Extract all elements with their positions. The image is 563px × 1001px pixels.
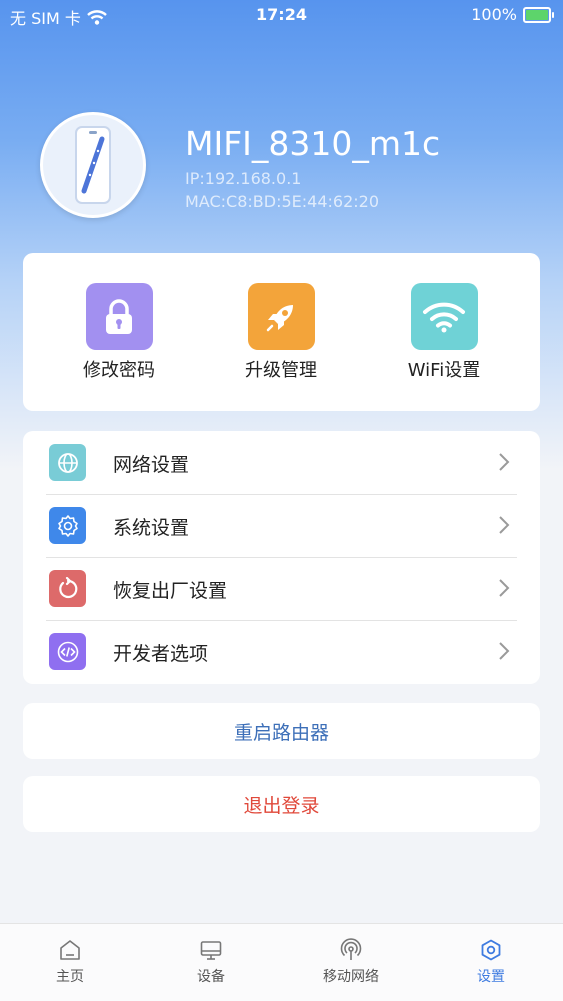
code-icon [49, 633, 86, 670]
lock-icon [85, 283, 153, 350]
device-avatar [40, 112, 146, 218]
status-bar: 无 SIM 卡 17:24 100% [0, 0, 563, 30]
menu-item-label: 开发者选项 [113, 643, 209, 665]
reboot-router-button[interactable]: 重启路由器 [23, 703, 540, 759]
rocket-icon [247, 283, 315, 350]
settings-menu: 网络设置 系统设置 恢复出厂设置 开发者选项 [23, 431, 540, 684]
menu-item-developer-options[interactable]: 开发者选项 [23, 620, 540, 683]
menu-item-network-settings[interactable]: 网络设置 [23, 431, 540, 494]
battery-percent: 100% [471, 5, 517, 24]
quick-actions-card: 修改密码 升级管理 WiFi设置 [23, 253, 540, 411]
logout-button[interactable]: 退出登录 [23, 776, 540, 832]
wifi-icon [410, 283, 478, 350]
tab-home[interactable]: 主页 [25, 938, 115, 986]
menu-item-system-settings[interactable]: 系统设置 [23, 494, 540, 557]
tab-label: 设备 [197, 969, 225, 985]
tab-bar: 主页 设备 移动网络 设置 [0, 923, 563, 1001]
tab-settings[interactable]: 设置 [446, 938, 536, 986]
menu-item-factory-reset[interactable]: 恢复出厂设置 [23, 557, 540, 620]
reset-icon [49, 570, 86, 607]
tab-label: 设置 [477, 969, 505, 985]
quick-action-label: WiFi设置 [407, 360, 481, 381]
mifi-device-icon [75, 126, 111, 204]
device-mac: MAC:C8:BD:5E:44:62:20 [185, 192, 379, 211]
device-ip: IP:192.168.0.1 [185, 169, 302, 188]
device-name: MIFI_8310_m1c [185, 124, 441, 163]
chevron-right-icon [499, 453, 510, 471]
menu-item-label: 系统设置 [113, 517, 190, 539]
settings-icon [481, 939, 501, 961]
menu-item-label: 网络设置 [113, 454, 190, 476]
change-password-button[interactable]: 修改密码 [59, 283, 179, 382]
gear-icon [49, 507, 86, 544]
tab-label: 主页 [56, 969, 84, 985]
quick-action-label: 修改密码 [83, 360, 155, 381]
tab-mobile-network[interactable]: 移动网络 [306, 938, 396, 986]
signal-icon [340, 938, 362, 960]
globe-icon [49, 444, 86, 481]
monitor-icon [200, 941, 222, 960]
tab-label: 移动网络 [323, 969, 379, 985]
quick-action-label: 升级管理 [245, 360, 317, 381]
menu-item-label: 恢复出厂设置 [113, 580, 228, 602]
chevron-right-icon [499, 516, 510, 534]
tab-devices[interactable]: 设备 [166, 938, 256, 986]
chevron-right-icon [499, 642, 510, 660]
home-icon [60, 940, 80, 960]
wifi-settings-button[interactable]: WiFi设置 [384, 283, 504, 382]
chevron-right-icon [499, 579, 510, 597]
battery-icon [523, 6, 554, 23]
upgrade-management-button[interactable]: 升级管理 [221, 283, 341, 382]
